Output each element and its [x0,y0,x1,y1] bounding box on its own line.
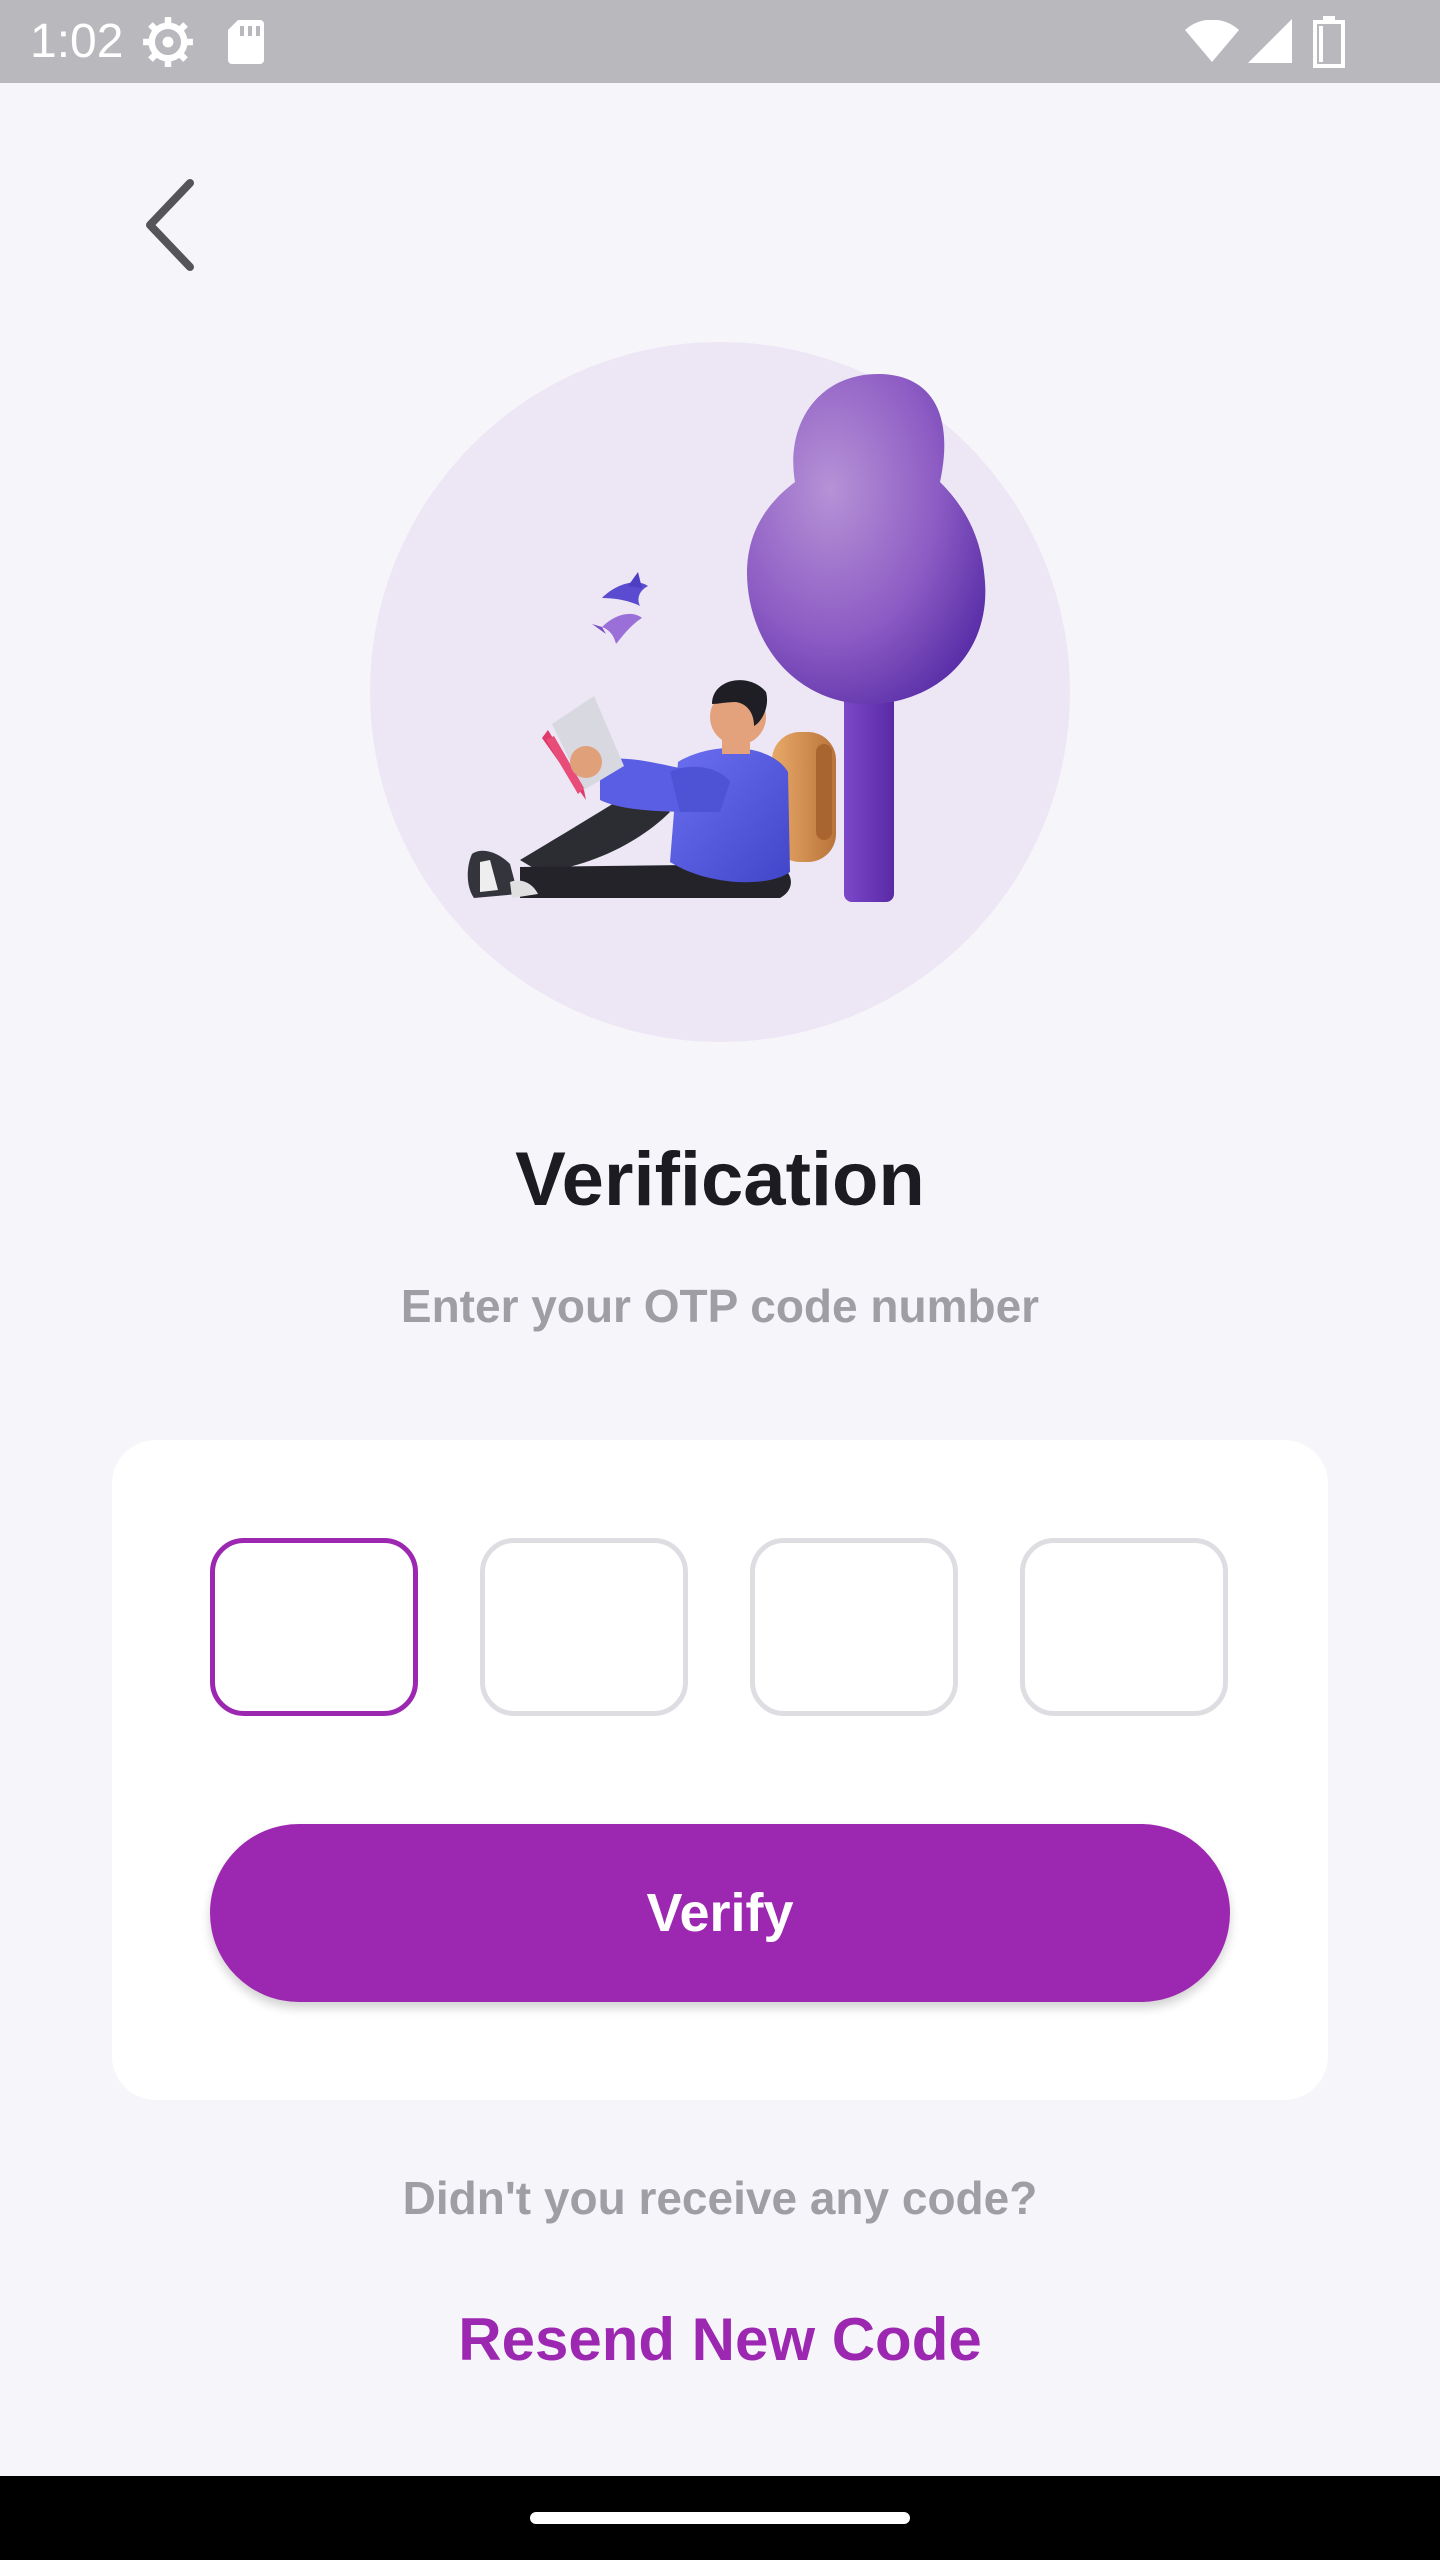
chevron-left-icon [146,179,194,271]
signal-icon [1248,19,1292,63]
page-subtitle: Enter your OTP code number [400,1280,1040,1332]
status-bar: 1:02 [0,0,1440,83]
battery-icon [1313,16,1345,68]
back-button[interactable] [120,170,220,280]
otp-digit-1-input[interactable] [210,1538,418,1716]
navigation-bar [0,2476,1440,2560]
otp-card: Verify [112,1440,1328,2100]
resend-code-link[interactable]: Resend New Code [0,2300,1440,2380]
wifi-icon [1185,20,1239,62]
otp-digit-3-input[interactable] [750,1538,958,1716]
person-reading-under-tree-illustration [370,342,1070,1042]
resend-prompt: Didn't you receive any code? [402,2172,1038,2224]
page-title: Verification [515,1137,925,1222]
gear-icon [143,17,193,67]
home-indicator[interactable] [530,2512,910,2524]
otp-digit-4-input[interactable] [1020,1538,1228,1716]
otp-digit-2-input[interactable] [480,1538,688,1716]
status-time: 1:02 [30,15,124,68]
verify-button[interactable]: Verify [210,1824,1230,2002]
sd-card-icon [228,20,264,64]
